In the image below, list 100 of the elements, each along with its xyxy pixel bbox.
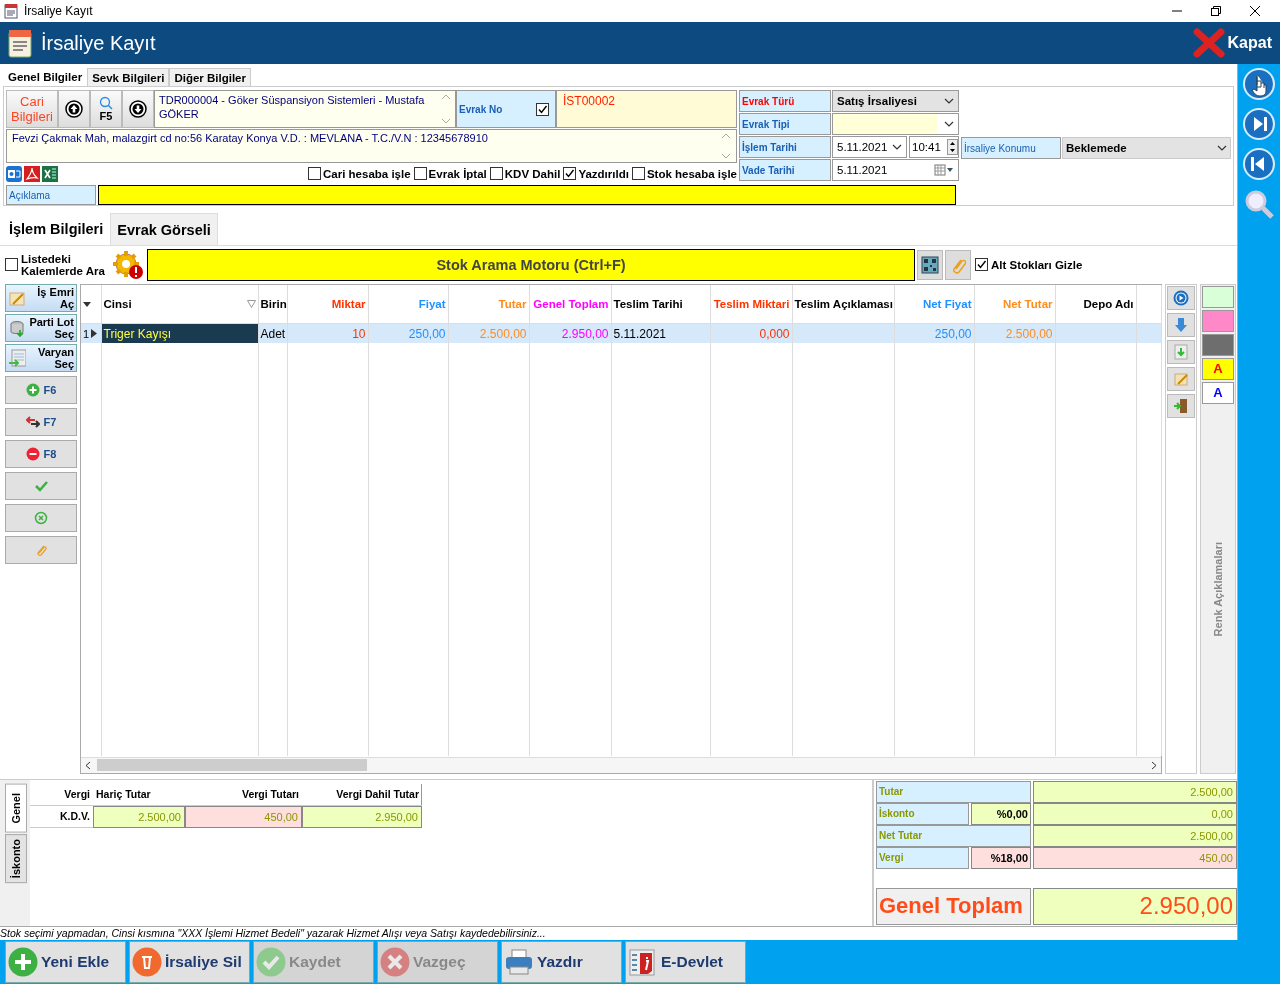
nav-button[interactable] [1243,108,1275,140]
scroll-down-icon [721,153,731,159]
down-arrow-icon [129,100,147,118]
tool-button[interactable] [1167,312,1195,337]
swatch-letter: A [1213,361,1223,377]
search-button[interactable]: F5 [90,90,122,128]
field-label: İskonto [876,802,969,825]
column-header[interactable]: Depo Adı [1083,298,1134,311]
customer-name: TDR000004 - Göker Süspansiyon Sistemleri - Mustafa GÖKER [159,93,426,122]
document-number-field[interactable]: İST00002 [556,90,737,128]
nav-button[interactable] [1243,148,1275,180]
customer-field[interactable]: TDR000004 - Göker Süspansiyon Sistemleri - Mustafa GÖKER [154,90,456,128]
table-cell: Triger Kayışı [103,326,172,341]
column-header[interactable]: Teslim Açıklaması [794,298,893,311]
time-spinner[interactable]: 10:41 [909,136,959,158]
field-label: Tutar [876,780,1031,803]
dropdown[interactable]: Beklemede [1062,137,1231,159]
checkbox[interactable] [536,102,549,116]
plus-icon [8,947,38,977]
rate-field: %18,00 [971,846,1031,869]
checkbox[interactable] [631,167,645,180]
tab[interactable]: Genel [5,783,27,833]
field-label: İşlem Tarihi [739,136,831,158]
address-field[interactable]: Fevzi Çakmak Mah, malazgirt cd no:56 Karatay Konya V.D. : MEVLANA - T.C./V.N : 12345678910 [6,129,737,163]
search-icon [1243,188,1275,220]
nav-button[interactable] [1243,68,1275,100]
table-cell: 2.500,00 [1005,326,1053,341]
close-icon [1249,5,1261,17]
action-button[interactable]: Yazdır [501,941,622,983]
column-header[interactable]: Birin [260,298,287,311]
plus-icon [25,382,40,397]
side-button[interactable]: Parti Lot Seç [5,313,77,342]
database-icon [8,318,26,337]
tool-button[interactable] [1167,366,1195,391]
checkbox[interactable] [413,167,427,180]
next-button[interactable] [122,90,154,128]
play-icon [1173,289,1189,306]
search-icon [99,96,113,110]
column-header[interactable]: Teslim Miktari [713,298,790,311]
side-button[interactable]: Varyan Seç [5,343,77,372]
check-icon [564,168,576,179]
date-value: 5.11.2021 [837,141,888,153]
hand-pointer-icon [1243,68,1275,100]
close-button[interactable]: Kapat [1192,28,1272,58]
column-header[interactable]: Teslim Tarihi [613,298,683,311]
document-icon [7,28,33,58]
column-header[interactable]: Cinsi [103,298,132,311]
date-picker[interactable]: 5.11.2021 [832,159,959,181]
qr-button[interactable] [917,249,943,280]
tab[interactable]: Diğer Bilgiler [169,68,251,86]
door-exit-icon [1173,397,1189,414]
tool-button[interactable] [1167,393,1195,418]
side-button[interactable]: F8 [5,439,77,468]
hint-text: Stok seçimi yapmadan, Cinsi kısmına "XXX İşlemi Hizmet Bedeli" yazarak Hizmet Alışı veya Satışı kaydedebilirsiniz... [0,926,1237,940]
tool-button[interactable] [1167,339,1195,364]
table-cell: 250,00 [934,326,972,341]
up-arrow-icon [65,100,83,118]
tab[interactable]: Sevk Bilgileri [87,68,170,86]
table-arrow-icon [8,348,26,367]
stock-search-button[interactable]: Stok Arama Motoru (Ctrl+F) [147,248,915,281]
check-icon [537,103,548,115]
checkbox[interactable] [975,258,988,272]
table-cell: 5.11.2021 [613,326,666,341]
tool-button[interactable] [1167,285,1195,310]
chevron-down-icon [944,121,954,127]
close-icon [1192,28,1225,58]
date-picker[interactable]: 5.11.2021 [832,136,907,158]
table-cell: 450,00 [185,805,302,828]
action-button[interactable]: Yeni Ekle [5,941,126,983]
dropdown-value: Satış İrsaliyesi [837,95,917,107]
column-header: Vergi [30,783,93,806]
field-label: Vade Tarihi [739,159,831,181]
side-button[interactable]: İş Emri Aç [5,283,77,312]
column-header: Hariç Tutar [93,783,185,806]
tab[interactable]: İskonto [5,834,27,884]
tab[interactable]: Evrak Görseli [110,213,218,245]
field-label: Açıklama [6,185,96,205]
document-icon [4,3,18,19]
checkbox[interactable] [563,167,577,180]
checkbox[interactable] [5,258,18,272]
column-header[interactable]: Miktar [331,298,366,311]
checkbox[interactable] [489,167,503,180]
scroll-up-icon [721,133,731,139]
dropdown[interactable] [832,113,959,135]
action-button[interactable]: E-Devlet [625,941,746,983]
checkbox[interactable] [308,167,322,180]
checkbox-label: Stok hesaba işle [646,167,737,180]
description-field[interactable] [98,185,956,205]
field-label: Vergi [876,846,969,869]
minus-icon [25,446,40,461]
amount-field: 450,00 [1033,846,1237,869]
side-button[interactable]: F7 [5,407,77,436]
horizontal-scrollbar[interactable] [81,756,1161,773]
dropdown[interactable]: Satış İrsaliyesi [832,90,959,112]
action-button[interactable]: İrsaliye Sil [129,941,250,983]
table-cell: 10 [352,326,366,341]
check-icon [256,947,286,977]
table-cell: 2.500,00 [93,805,185,828]
previous-button[interactable] [58,90,90,128]
side-button[interactable]: F6 [5,375,77,404]
